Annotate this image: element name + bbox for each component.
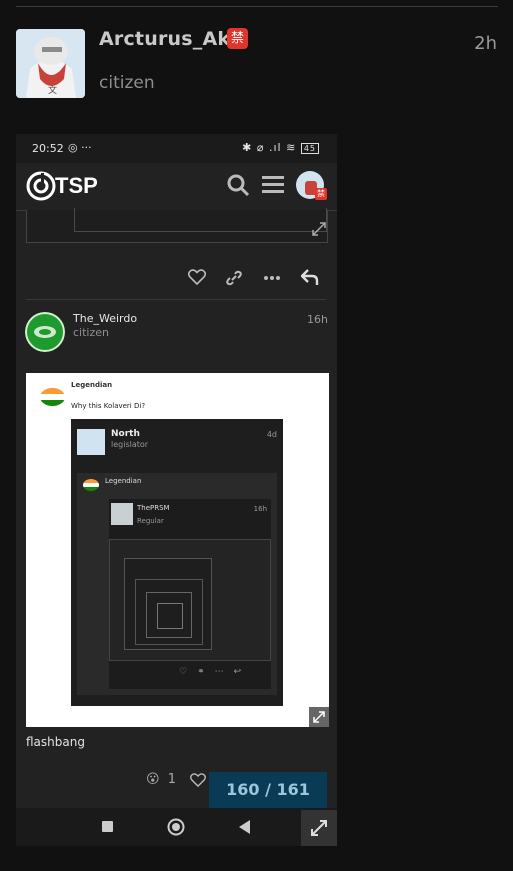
username[interactable]: Arcturus_Akh bbox=[99, 28, 244, 50]
whatsapp-icon: ◎ ··· bbox=[68, 141, 92, 154]
recursive-frame-2 bbox=[124, 558, 212, 650]
nested-expand-icon[interactable] bbox=[309, 707, 329, 727]
nested-user1: Legendian bbox=[71, 381, 113, 389]
post-username[interactable]: The_Weirdo bbox=[73, 312, 137, 325]
post-caption: flashbang bbox=[26, 735, 85, 749]
logo-icon[interactable] bbox=[26, 171, 56, 201]
reaction-emoji[interactable]: 😮 bbox=[146, 772, 160, 787]
ban-badge: 禁 bbox=[227, 28, 248, 49]
search-icon[interactable] bbox=[226, 173, 250, 197]
reaction-count: 1 bbox=[167, 772, 176, 787]
post-time-small[interactable]: 16h bbox=[307, 313, 328, 326]
north-avatar bbox=[77, 429, 105, 455]
prsm-avatar bbox=[111, 503, 133, 525]
avatar[interactable]: 文 bbox=[16, 29, 85, 98]
nested-user2: North bbox=[111, 429, 140, 439]
recursive-frame-5 bbox=[157, 603, 183, 629]
user-role: citizen bbox=[99, 73, 155, 93]
recursive-frame-1 bbox=[109, 539, 271, 661]
top-divider bbox=[16, 6, 498, 7]
menu-icon[interactable] bbox=[262, 175, 284, 195]
nested-quote: Legendian ThePRSM Regular 16h ♡⚭⋯↩ bbox=[77, 473, 277, 695]
svg-text:文: 文 bbox=[48, 84, 57, 96]
more-icon[interactable] bbox=[264, 276, 280, 280]
embedded-screenshot[interactable]: 20:52 ◎ ··· ✱ ⌀ .ıl ≋ 45 TSP 禁 The_Weird… bbox=[16, 134, 337, 846]
legendian-avatar bbox=[40, 388, 65, 406]
previous-post-inner bbox=[74, 208, 327, 232]
recents-icon[interactable] bbox=[102, 821, 113, 832]
recursive-frame-3 bbox=[135, 579, 203, 645]
post-divider bbox=[26, 299, 326, 300]
post-user-role: citizen bbox=[73, 326, 109, 339]
reply-icon[interactable] bbox=[301, 268, 319, 286]
the-weirdo-avatar[interactable] bbox=[25, 312, 65, 352]
nested-screenshot-image[interactable]: Legendian Why this Kolaveri Di? North le… bbox=[26, 373, 329, 727]
nested-text1: Why this Kolaveri Di? bbox=[71, 402, 146, 410]
nested-role4: Regular bbox=[137, 517, 164, 525]
nested-actions: ♡⚭⋯↩ bbox=[179, 667, 252, 677]
expand-icon-large[interactable] bbox=[301, 810, 337, 846]
site-header: TSP 禁 bbox=[16, 163, 337, 211]
status-bar: 20:52 ◎ ··· ✱ ⌀ .ıl ≋ 45 bbox=[16, 134, 337, 163]
home-icon[interactable] bbox=[167, 818, 185, 836]
like-icon-2[interactable] bbox=[190, 773, 206, 787]
logo-text[interactable]: TSP bbox=[55, 173, 98, 199]
post-time[interactable]: 2h bbox=[474, 33, 497, 54]
nested-user3: Legendian bbox=[105, 477, 142, 485]
profile-ban-badge: 禁 bbox=[315, 188, 327, 200]
nested-flag-avatar bbox=[83, 479, 99, 491]
back-icon[interactable] bbox=[239, 820, 251, 834]
reactions[interactable]: 😮 1 bbox=[146, 772, 206, 787]
nested-role2: legislator bbox=[111, 440, 149, 449]
android-nav-bar bbox=[16, 808, 337, 846]
status-icons: ✱ ⌀ .ıl ≋ 45 bbox=[242, 141, 319, 154]
link-icon[interactable] bbox=[225, 269, 243, 287]
nested-time4: 16h bbox=[253, 505, 267, 513]
nested-post3: ThePRSM Regular 16h ♡⚭⋯↩ bbox=[109, 499, 271, 689]
nested-user4: ThePRSM bbox=[137, 504, 170, 512]
expand-icon[interactable] bbox=[311, 221, 327, 237]
battery-icon: 45 bbox=[300, 143, 319, 154]
post-actions bbox=[16, 264, 337, 294]
progress-counter[interactable]: 160 / 161 bbox=[209, 772, 327, 808]
previous-post-image bbox=[26, 208, 328, 243]
nested-time2: 4d bbox=[266, 430, 277, 439]
status-icons-text: ✱ ⌀ .ıl ≋ bbox=[242, 141, 297, 154]
recursive-frame-4 bbox=[146, 592, 192, 638]
nested-dark-post: North legislator 4d Legendian ThePRSM Re… bbox=[71, 419, 283, 706]
status-time: 20:52 bbox=[32, 142, 64, 155]
like-icon[interactable] bbox=[188, 269, 206, 285]
